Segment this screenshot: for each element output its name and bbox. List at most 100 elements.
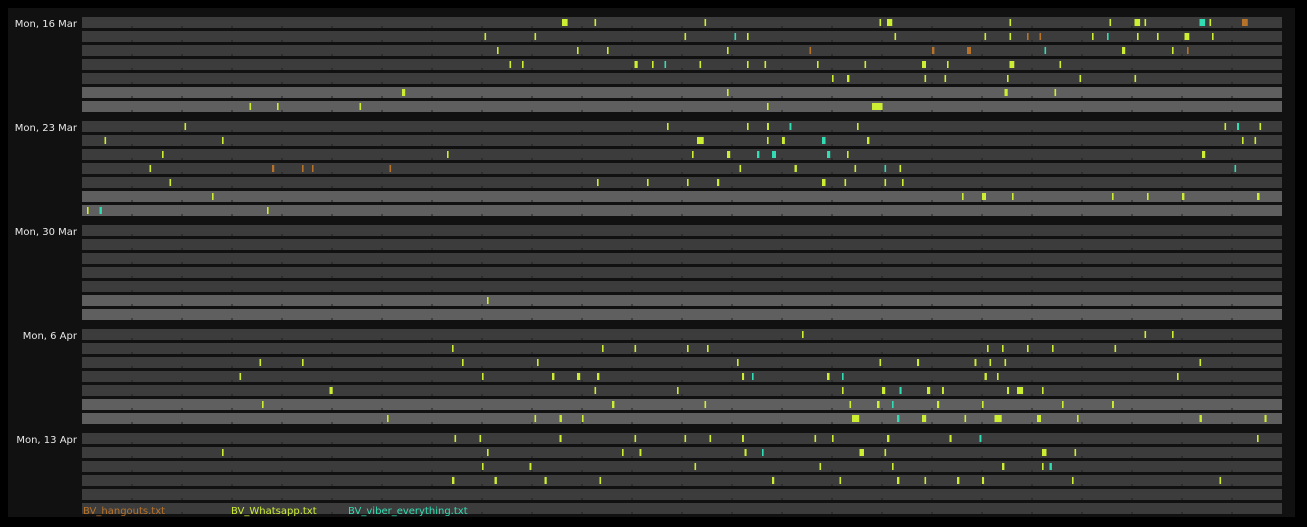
message-mark xyxy=(577,373,581,380)
message-mark xyxy=(1144,19,1147,26)
message-mark xyxy=(1237,123,1240,130)
message-mark xyxy=(1202,151,1206,158)
message-mark xyxy=(849,401,852,408)
message-mark xyxy=(867,137,870,144)
message-mark xyxy=(887,435,890,442)
message-mark xyxy=(1219,477,1222,484)
message-mark xyxy=(1007,75,1009,82)
message-mark xyxy=(447,151,449,158)
message-mark xyxy=(1042,463,1044,470)
message-mark xyxy=(692,151,694,158)
message-mark xyxy=(924,75,927,82)
message-mark xyxy=(259,359,262,366)
message-mark xyxy=(897,477,900,484)
message-mark xyxy=(987,345,989,352)
message-mark xyxy=(877,401,880,408)
message-mark xyxy=(534,33,537,40)
message-mark xyxy=(1137,33,1139,40)
message-mark xyxy=(757,151,760,158)
message-mark xyxy=(1199,359,1202,366)
message-mark xyxy=(1182,193,1185,200)
message-mark xyxy=(1052,345,1054,352)
message-mark xyxy=(389,165,392,172)
message-mark xyxy=(302,165,304,172)
message-mark xyxy=(484,33,487,40)
message-mark xyxy=(1044,47,1047,54)
message-mark xyxy=(832,435,834,442)
message-mark xyxy=(239,373,242,380)
message-mark xyxy=(752,373,754,380)
message-mark xyxy=(887,19,893,26)
message-mark xyxy=(984,373,987,380)
message-mark xyxy=(402,89,406,96)
message-mark xyxy=(814,435,817,442)
legend-viber: BV_viber_everything.txt xyxy=(348,506,468,517)
message-mark xyxy=(497,47,499,54)
message-mark xyxy=(677,387,679,394)
message-mark xyxy=(622,449,624,456)
message-mark xyxy=(822,179,826,186)
message-mark xyxy=(879,19,882,26)
message-mark xyxy=(782,137,785,144)
message-mark xyxy=(639,449,642,456)
message-mark xyxy=(454,435,457,442)
message-mark xyxy=(1257,193,1260,200)
message-mark xyxy=(1059,61,1062,68)
message-mark xyxy=(1224,123,1227,130)
message-mark xyxy=(1134,19,1141,26)
message-mark xyxy=(312,165,314,172)
message-mark xyxy=(1234,165,1237,172)
message-mark xyxy=(922,61,926,68)
message-mark xyxy=(717,179,720,186)
message-mark xyxy=(742,435,744,442)
message-mark xyxy=(1112,401,1114,408)
message-mark xyxy=(559,435,562,442)
message-mark xyxy=(1054,89,1057,96)
message-mark xyxy=(1037,415,1041,422)
message-mark xyxy=(832,75,834,82)
message-mark xyxy=(594,19,597,26)
message-mark xyxy=(727,89,729,96)
message-mark xyxy=(962,193,964,200)
message-mark xyxy=(942,387,944,394)
message-mark xyxy=(1027,33,1029,40)
week-label: Mon, 16 Mar xyxy=(15,19,78,30)
message-mark xyxy=(509,61,512,68)
message-mark xyxy=(917,359,920,366)
message-mark xyxy=(582,415,584,422)
message-mark xyxy=(1009,19,1012,26)
message-mark xyxy=(612,401,615,408)
message-mark xyxy=(249,103,252,110)
message-mark xyxy=(1112,193,1114,200)
message-mark xyxy=(857,123,859,130)
message-mark xyxy=(1027,345,1029,352)
message-mark xyxy=(707,345,709,352)
message-mark xyxy=(982,193,986,200)
message-mark xyxy=(924,477,927,484)
message-mark xyxy=(989,359,992,366)
message-mark xyxy=(697,137,704,144)
message-mark xyxy=(652,61,654,68)
message-mark xyxy=(884,179,887,186)
message-mark xyxy=(982,401,984,408)
message-mark xyxy=(479,435,482,442)
message-mark xyxy=(704,401,707,408)
message-mark xyxy=(884,449,887,456)
message-mark xyxy=(704,19,707,26)
message-mark xyxy=(802,331,804,338)
message-mark xyxy=(602,345,604,352)
message-mark xyxy=(272,165,275,172)
message-mark xyxy=(1079,75,1082,82)
message-mark xyxy=(647,179,649,186)
message-mark xyxy=(947,61,949,68)
message-mark xyxy=(739,165,742,172)
message-mark xyxy=(899,387,902,394)
message-mark xyxy=(634,61,638,68)
message-mark xyxy=(842,387,844,394)
message-mark xyxy=(522,61,524,68)
message-mark xyxy=(559,415,562,422)
message-mark xyxy=(99,207,102,214)
message-mark xyxy=(149,165,152,172)
message-mark xyxy=(864,61,867,68)
message-mark xyxy=(1199,19,1206,26)
